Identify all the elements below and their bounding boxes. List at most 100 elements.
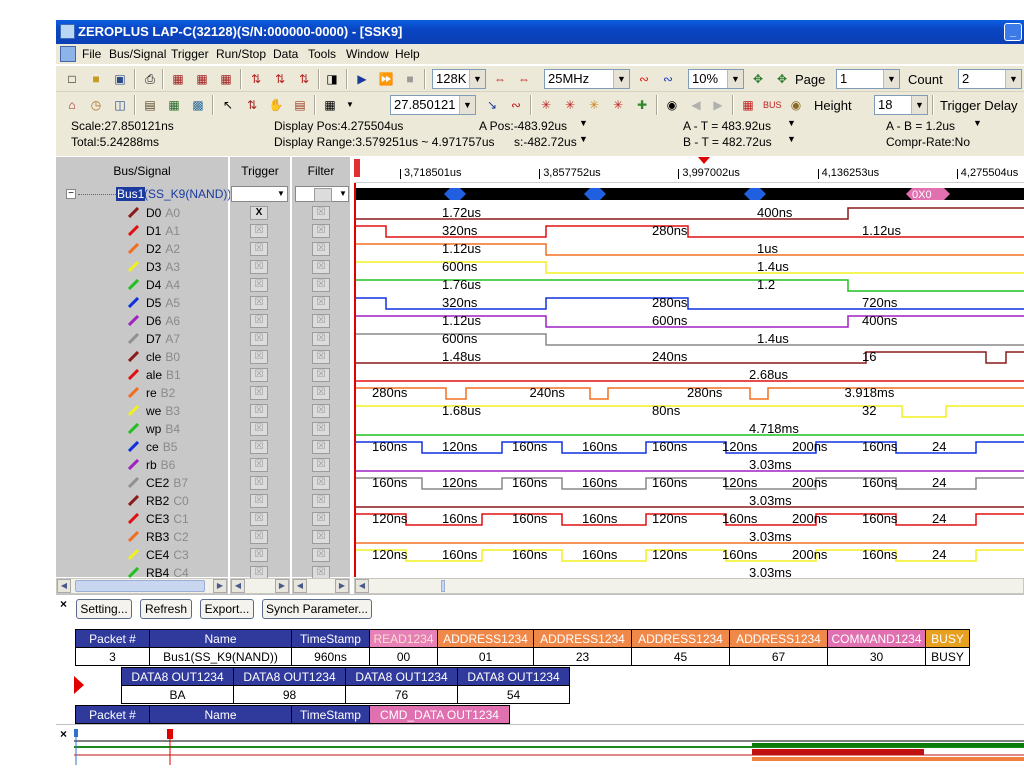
minimize-button[interactable]: _ (1004, 23, 1022, 41)
bar-b-icon[interactable]: ✳ (584, 95, 604, 115)
close-packet-panel-icon[interactable]: × (60, 597, 67, 611)
trigger-checkbox[interactable]: ☒ (250, 440, 268, 454)
trigger-checkbox[interactable]: ☒ (250, 368, 268, 382)
signal-row-rb[interactable]: rb B6 (56, 456, 228, 474)
measure-icon[interactable]: ▤ (290, 95, 310, 115)
trigger-checkbox[interactable]: ☒ (250, 404, 268, 418)
menu-tools[interactable]: Tools (308, 47, 336, 61)
synch-parameter-button[interactable]: Synch Parameter... (262, 599, 372, 619)
trigger-checkbox[interactable]: ☒ (250, 422, 268, 436)
waveform-panel[interactable]: 3,718501us 3,857752us 3,997002us 4,136253us… (354, 157, 1024, 577)
filter-hscroll[interactable]: ◀ ▶ (292, 578, 350, 594)
trigger-checkbox[interactable]: ☒ (250, 260, 268, 274)
signal-row-ce3[interactable]: CE3 C1 (56, 510, 228, 528)
sample-rate-up-icon[interactable]: ∾ (658, 69, 678, 89)
bar-1-icon[interactable]: ✳ (536, 95, 556, 115)
menu-data[interactable]: Data (273, 47, 298, 61)
signal-row-ce4[interactable]: CE4 C3 (56, 546, 228, 564)
filter-checkbox[interactable]: ☒ (312, 494, 330, 508)
trigger-checkbox[interactable]: ☒ (250, 476, 268, 490)
waveform-canvas[interactable]: 0X0 1.72us 400ns 320ns 280ns 1.12us 1.12us 1us 6… (354, 157, 1024, 577)
trigger-edge-icon[interactable]: ⇅ (294, 69, 314, 89)
signal-row-ale[interactable]: ale B1 (56, 366, 228, 384)
trigger-rise-icon[interactable]: ⇅ (246, 69, 266, 89)
state-view-icon[interactable]: ▦ (164, 95, 184, 115)
signal-property-icon[interactable]: ▦ (216, 69, 236, 89)
filter-checkbox[interactable]: ☒ (312, 296, 330, 310)
trigger-checkbox[interactable]: ☒ (250, 314, 268, 328)
overview-canvas[interactable] (56, 725, 1024, 768)
zoom-out-icon[interactable]: ✥ (772, 69, 792, 89)
hand-icon[interactable]: ✋ (266, 95, 286, 115)
scroll-left-icon[interactable]: ◀ (231, 579, 245, 593)
goto-a-icon[interactable]: ↘ (482, 95, 502, 115)
filter-checkbox[interactable]: ☒ (312, 404, 330, 418)
trigger-checkbox[interactable]: ☒ (250, 530, 268, 544)
setting-button[interactable]: Setting... (76, 599, 132, 619)
search-next-icon[interactable]: ▶ (708, 95, 728, 115)
a-t-dropdown-icon[interactable]: ▼ (787, 118, 796, 128)
trigger-checkbox[interactable]: ☒ (250, 386, 268, 400)
bar-add-icon[interactable]: ✚ (632, 95, 652, 115)
signal-scroll-thumb[interactable] (75, 580, 205, 592)
trigger-fall-icon[interactable]: ⇅ (270, 69, 290, 89)
filter-checkbox[interactable]: ☒ (312, 206, 330, 220)
cursor-icon[interactable]: ⇅ (242, 95, 262, 115)
wave-hscroll[interactable]: ◀ (354, 578, 1024, 594)
open-folder-icon[interactable]: ■ (86, 69, 106, 89)
filter-checkbox[interactable]: ☒ (312, 242, 330, 256)
bus-edit-icon[interactable]: ▦ (168, 69, 188, 89)
trigger-checkbox[interactable]: ☒ (250, 242, 268, 256)
filter-checkbox[interactable]: ☒ (312, 278, 330, 292)
grid-dropdown-icon[interactable]: ▼ (340, 95, 360, 115)
clock-icon[interactable]: ◷ (86, 95, 106, 115)
bar-t-icon[interactable]: ✳ (608, 95, 628, 115)
sample-rate-select[interactable]: 25MHz ▼ (544, 69, 630, 89)
range-dropdown-icon[interactable]: ▼ (579, 134, 588, 144)
scale-select[interactable]: 27.850121 ▼ (390, 95, 476, 115)
scroll-right-icon[interactable]: ▶ (335, 579, 349, 593)
print-icon[interactable]: ⎙ (140, 69, 160, 89)
signal-row-wp[interactable]: wp B4 (56, 420, 228, 438)
wave-scroll-thumb[interactable] (441, 580, 445, 592)
zoom-in-icon[interactable]: ✥ (748, 69, 768, 89)
filter-checkbox[interactable]: ☒ (312, 224, 330, 238)
signal-row-we[interactable]: we B3 (56, 402, 228, 420)
signal-row-ce2[interactable]: CE2 B7 (56, 474, 228, 492)
home-icon[interactable]: ⌂ (62, 95, 82, 115)
menu-trigger[interactable]: Trigger (171, 47, 209, 61)
zoom-select[interactable]: 10% ▼ (688, 69, 744, 89)
filter-checkbox[interactable]: ☒ (312, 458, 330, 472)
menu-file[interactable]: File (82, 47, 101, 61)
a-b-dropdown-icon[interactable]: ▼ (973, 118, 982, 128)
filter-checkbox[interactable]: ☒ (312, 476, 330, 490)
filter-checkbox[interactable]: ☒ (312, 512, 330, 526)
filter-checkbox[interactable]: ☒ (312, 422, 330, 436)
memory-depth-select[interactable]: 128K ▼ (432, 69, 486, 89)
filter-checkbox[interactable]: ☒ (312, 386, 330, 400)
scroll-left-icon[interactable]: ◀ (293, 579, 307, 593)
window-view-icon[interactable]: ▩ (188, 95, 208, 115)
color-setting-icon[interactable]: ▦ (738, 95, 758, 115)
run-repeat-icon[interactable]: ⏩ (376, 69, 396, 89)
bus-trigger-select[interactable]: ▼ (231, 186, 288, 202)
scroll-right-icon[interactable]: ▶ (213, 579, 227, 593)
menu-run-stop[interactable]: Run/Stop (216, 47, 266, 61)
table-row[interactable]: 3 Bus1(SS_K9(NAND)) 960ns 00 01 23 45 67… (75, 647, 970, 666)
signal-row-d5[interactable]: D5 A5 (56, 294, 228, 312)
menu-window[interactable]: Window (346, 47, 389, 61)
scroll-left-icon[interactable]: ◀ (57, 579, 71, 593)
history-icon[interactable]: ◫ (110, 95, 130, 115)
bus-row[interactable]: − Bus1 (SS_K9(NAND)) (56, 186, 231, 204)
trigger-checkbox[interactable]: ☒ (250, 458, 268, 472)
memory-expand-icon[interactable]: ⇔ (514, 69, 534, 89)
trigger-checkbox[interactable]: ☒ (250, 548, 268, 562)
list-view-icon[interactable]: ▤ (140, 95, 160, 115)
b-t-dropdown-icon[interactable]: ▼ (787, 134, 796, 144)
trigger-hscroll[interactable]: ◀ ▶ (230, 578, 290, 594)
bus-filter-select[interactable]: ▼ (295, 186, 349, 202)
signal-row-cle[interactable]: cle B0 (56, 348, 228, 366)
filter-checkbox[interactable]: ☒ (312, 332, 330, 346)
collapse-icon[interactable]: − (66, 189, 76, 199)
new-file-icon[interactable]: □ (62, 69, 82, 89)
